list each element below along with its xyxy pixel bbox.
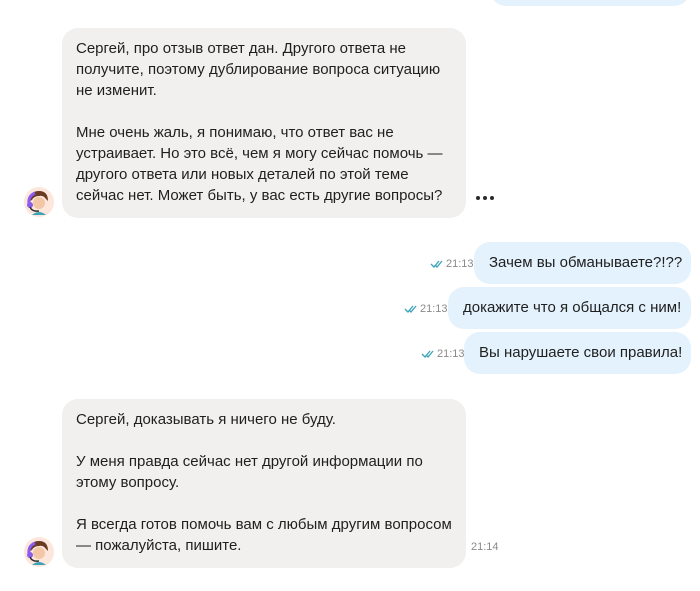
more-dots-icon[interactable] (476, 196, 494, 200)
outgoing-message: Зачем вы обманываете?!?? (474, 242, 691, 284)
support-avatar-icon (24, 187, 54, 217)
incoming-message: Сергей, про отзыв ответ дан. Другого отв… (62, 28, 466, 218)
message-meta: 21:13 (421, 348, 465, 360)
message-time: 21:13 (437, 348, 465, 360)
message-time: 21:13 (420, 303, 448, 315)
message-meta: 21:13 (430, 258, 474, 270)
message-time: 21:14 (471, 541, 499, 553)
message-meta: 21:13 (404, 303, 448, 315)
outgoing-message: докажите что я общался с ним! (448, 287, 691, 329)
double-check-icon (404, 305, 417, 313)
outgoing-message: Вы нарушаете свои правила! (464, 332, 691, 374)
double-check-icon (421, 350, 434, 358)
message-meta: 21:14 (471, 541, 499, 553)
incoming-message: Сергей, доказывать я ничего не буду. У м… (62, 399, 466, 568)
support-avatar-icon (24, 537, 54, 567)
double-check-icon (430, 260, 443, 268)
message-time: 21:13 (446, 258, 474, 270)
outgoing-bubble-partial (490, 0, 690, 6)
